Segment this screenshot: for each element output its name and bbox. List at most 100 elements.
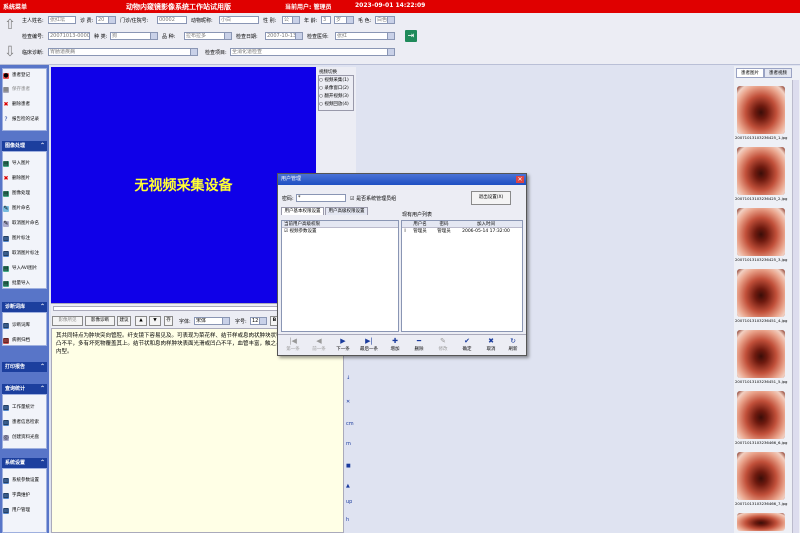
tab-basic-perms[interactable]: 用户基本权限设置 <box>281 207 324 215</box>
owner-input[interactable]: 张红坛 <box>48 16 76 24</box>
thumbnail-image[interactable] <box>737 269 785 317</box>
breed-select[interactable]: 拉布拉多 <box>184 32 232 40</box>
format-btn-3[interactable]: ✕ <box>346 399 350 405</box>
sidebar-item-batch[interactable]: ▤ 批量导入 <box>3 280 30 288</box>
radio-record[interactable]: ○ 录像窗口(2) <box>319 85 349 91</box>
sidebar-item-cancel-rename[interactable]: ✎ 取消图片命名 <box>3 220 39 228</box>
clinic-input[interactable]: 00002 <box>157 16 187 24</box>
exit-settings-button[interactable]: 退出设置(X) <box>471 191 511 205</box>
thumbnail-image[interactable] <box>737 208 785 256</box>
system-menu[interactable]: 系统菜单 <box>3 2 27 11</box>
diagnosis-button[interactable]: 影像诊断 <box>85 316 115 326</box>
sidebar-item-save[interactable]: ■ 保存患者 <box>3 86 30 94</box>
thumbnail-image[interactable] <box>737 147 785 195</box>
sidebar-item-params[interactable]: ▥ 系统参数设置 <box>3 477 39 485</box>
check-no-input[interactable]: 20071013-000001 <box>48 32 90 40</box>
format-btn-8[interactable]: up <box>346 499 352 505</box>
tab-patient-images[interactable]: 患者图片 <box>736 68 764 78</box>
thumbnail-image[interactable] <box>737 391 785 439</box>
col-password[interactable]: 密码 <box>432 221 456 227</box>
species-select[interactable]: 狗 <box>110 32 158 40</box>
first-record-button[interactable]: |◀ 第一条 <box>280 337 306 354</box>
thumbnail-image[interactable] <box>737 86 785 134</box>
sidebar-head-print[interactable]: 打印报告 <box>2 362 47 372</box>
sidebar-item-import[interactable]: ▤ 导入图片 <box>3 160 30 168</box>
sidebar-item-archive[interactable]: ▥ 病例归档 <box>3 337 30 345</box>
format-btn-2[interactable]: ↓ <box>346 375 350 381</box>
doctor-select[interactable]: 张红 <box>335 32 395 40</box>
grid-header: 用户名 密码 加入时间 <box>402 221 522 228</box>
sidebar-item-workload[interactable]: ▥ 工作量统计 <box>3 404 35 412</box>
clinical-select[interactable]: 胃肠道疾病 <box>48 48 198 56</box>
down-button[interactable]: ▼ <box>149 316 161 326</box>
radio-playback[interactable]: ○ 视频回放(4) <box>319 101 349 107</box>
report-textarea[interactable]: 其共同特点为肿块突向管腔。纤支镜下容易见及。可表现为菜花样、结节样或息肉状肿块状… <box>51 328 344 533</box>
arrow-up-icon[interactable]: ⇧ <box>3 18 17 32</box>
age-unit-select[interactable]: 岁 <box>334 16 354 24</box>
tab-patient-videos[interactable]: 患者视频 <box>764 68 792 78</box>
item-select[interactable]: 全消化道检查 <box>230 48 395 56</box>
exit-door-icon[interactable]: ⇥ <box>405 30 417 42</box>
animal-input[interactable]: 小白 <box>219 16 259 24</box>
findings-button[interactable]: 影像所见 <box>52 316 83 326</box>
col-join-time[interactable]: 加入时间 <box>456 221 516 227</box>
sidebar-head-settings[interactable]: 系统设置 <box>2 458 47 468</box>
edit-button[interactable]: ✎ 修改 <box>430 337 456 354</box>
format-btn-7[interactable]: ▲ <box>346 483 350 489</box>
check-no-label: 检查编号: <box>22 34 44 40</box>
delete-button[interactable]: ━ 删除 <box>406 337 432 354</box>
sidebar-item-users[interactable]: ▥ 用户管理 <box>3 507 30 515</box>
sidebar-item-delete[interactable]: ✖ 删除患者 <box>3 101 30 109</box>
date-picker[interactable]: 2007-10-13 <box>265 32 303 40</box>
sidebar-item-search[interactable]: ▥ 患者信息检索 <box>3 419 39 427</box>
thumbnail-image[interactable] <box>737 330 785 378</box>
arrow-down-icon[interactable]: ⇩ <box>3 45 17 59</box>
thumbnail-image[interactable] <box>737 513 785 531</box>
password-input[interactable]: * <box>296 194 346 202</box>
admin-checkbox[interactable]: ☑ 是否系统管理员组 <box>350 195 396 202</box>
sidebar-item-cancel-annotate[interactable]: ▥ 取消图片标注 <box>3 250 39 258</box>
thumbnail-image[interactable] <box>737 452 785 500</box>
sidebar-item-annotate[interactable]: ▥ 图片标注 <box>3 235 30 243</box>
format-btn-9[interactable]: h <box>346 517 349 523</box>
thumb-scrollbar[interactable] <box>792 80 799 533</box>
next-record-button[interactable]: ▶ 下一条 <box>330 337 356 354</box>
age-input[interactable]: 3 <box>321 16 331 24</box>
sidebar-item-dictionary[interactable]: ▥ 诊断词库 <box>3 322 30 330</box>
col-username[interactable]: 用户名 <box>408 221 432 227</box>
fee-select[interactable]: 20 <box>96 16 116 24</box>
tree-item[interactable]: ☑ 视频参数设置 <box>282 228 398 236</box>
sidebar-item-history[interactable]: ? 报告检的记录 <box>3 116 39 124</box>
size-label: 字号: <box>235 319 247 325</box>
font-select[interactable]: 宋体 <box>194 317 230 325</box>
format-btn-5[interactable]: m <box>346 441 351 447</box>
add-button[interactable]: ✚ 增加 <box>382 337 408 354</box>
radio-open[interactable]: ○ 翻开视频(3) <box>319 93 349 99</box>
up-button[interactable]: ▲ <box>135 316 147 326</box>
sidebar-item-delete-image[interactable]: ✖ 删除图片 <box>3 175 30 183</box>
save-text-button[interactable]: 存 <box>164 316 173 326</box>
radio-capture[interactable]: ○ 视频采集(1) <box>319 77 349 83</box>
sidebar-item-rename[interactable]: ✎ 图片命名 <box>3 205 30 213</box>
suggest-button[interactable]: 建议 <box>117 316 131 326</box>
format-btn-6[interactable]: ■ <box>346 463 351 469</box>
sidebar-head-stats[interactable]: 查询统计 <box>2 384 47 394</box>
format-btn-4[interactable]: cm <box>346 421 354 427</box>
sidebar-item-process[interactable]: ▤ 图像处理 <box>3 190 30 198</box>
sidebar-item-register[interactable]: ● 患者登记 <box>3 72 30 80</box>
sex-select[interactable]: 公 <box>282 16 300 24</box>
last-record-button[interactable]: ▶| 最后一条 <box>354 337 384 354</box>
refresh-button[interactable]: ↻ 刷新 <box>500 337 526 354</box>
close-icon[interactable]: ✕ <box>516 176 524 183</box>
sidebar-item-import-avi[interactable]: ▤ 导入AVI图片 <box>3 265 37 273</box>
table-row[interactable]: Ⅰ 管理员 管理员 2006-05-14 17:32:00 <box>402 228 522 235</box>
color-select[interactable]: 白色 <box>375 16 395 24</box>
sidebar-head-image[interactable]: 图像处理 <box>2 141 47 151</box>
sidebar-head-diagnosis[interactable]: 诊断词库 <box>2 302 47 312</box>
sidebar-item-cd[interactable]: ◎ 创建资料光盘 <box>3 434 39 442</box>
size-select[interactable]: 12 <box>250 317 267 325</box>
tab-advanced-perms[interactable]: 用户高级权限设置 <box>325 207 368 215</box>
sidebar-item-dict-maint[interactable]: ▥ 字典维护 <box>3 492 30 500</box>
confirm-button[interactable]: ✔ 确定 <box>454 337 480 354</box>
prev-record-button[interactable]: ◀ 前一条 <box>306 337 332 354</box>
